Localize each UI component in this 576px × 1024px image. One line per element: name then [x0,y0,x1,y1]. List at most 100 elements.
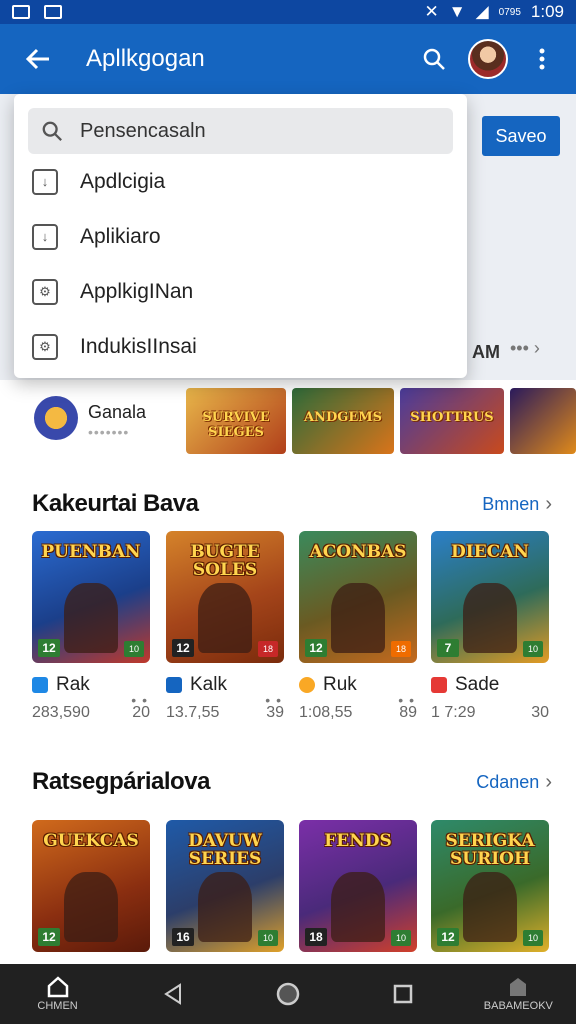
age-rating-badge: 12 [437,928,459,946]
more-vert-icon[interactable] [524,41,560,77]
back-arrow-icon[interactable] [16,37,60,81]
game-meta: Sade 1 7:29 30 [431,674,551,722]
game-card[interactable]: PUENBAN 12 10 [32,531,150,663]
wifi-icon: ▼ [448,2,466,21]
download-count: 283,590 [32,704,90,721]
banner-tile-title: SURVIVE SIEGES [202,410,270,440]
see-more-label: Cdanen [476,771,540,792]
app-icon [299,677,315,693]
menu-item[interactable]: ⚙ ApplkigINan [14,264,467,319]
game-card[interactable]: BUGTE SOLES 12 18 [166,531,284,663]
app-icon [431,677,447,693]
game-art-title: BUGTE SOLES [190,542,260,580]
banner-tile[interactable]: SURVIVE SIEGES [186,388,286,454]
game-character [64,872,118,942]
search-icon[interactable] [416,41,452,77]
featured-banner: Ganala ••••••• SURVIVE SIEGES ANDGEMS SH… [0,380,576,464]
nav-home[interactable]: CHMEN [13,964,103,1024]
more-dots-icon[interactable]: • • [265,692,282,708]
home-icon [47,976,68,998]
size-value: 30 [531,704,549,721]
library-icon [510,978,527,996]
game-logo-icon[interactable] [34,396,78,440]
menu-item-label: ApplkigINan [80,279,194,303]
app-bar: Apllkgogan [0,24,576,94]
peek-more[interactable]: ••• › [510,338,540,359]
recents-square-icon [393,984,413,1004]
game-name: Ruk [323,674,357,695]
status-extra: 0795 [498,6,521,18]
rating-badge: 10 [391,930,411,946]
menu-item[interactable]: ↓ Apdlcigia [14,154,467,209]
banner-tile[interactable]: SHOTTRUS [400,388,504,454]
see-more-link[interactable]: Bmnen › [482,493,552,516]
game-card[interactable]: ACONBAS 12 18 [299,531,417,663]
mute-icon: ✕ [424,2,439,21]
bottom-nav: CHMEN BABAMEOKV [0,964,576,1024]
rating-badge: 10 [124,641,144,657]
clock: 1:09 [530,2,564,21]
section-header: Ratsegpárialova Cdanen › [32,764,552,800]
status-bar: ✕ ▼ ◢ 0795 1:09 [0,0,576,24]
search-input[interactable]: Pensencasaln [28,108,453,154]
age-rating-badge: 12 [38,639,60,657]
section-header: Kakeurtai Bava Bmnen › [32,486,552,522]
game-character [198,872,252,942]
circle-home-icon [276,982,300,1006]
download-count: 13.7,55 [166,704,220,721]
menu-item[interactable]: ⚙ IndukisIInsai [14,319,467,374]
see-more-label: Bmnen [482,493,540,514]
game-character [463,583,517,653]
game-card[interactable]: FENDS 18 10 [299,820,417,952]
more-dots-icon[interactable]: • • [398,692,415,708]
rating-badge: 18 [391,641,411,657]
back-triangle-icon [163,983,181,1005]
message-notification-icon [44,5,62,19]
banner-tile-title: SHOTTRUS [410,410,494,425]
banner-tile[interactable]: ANDGEMS [292,388,394,454]
chevron-right-icon: › [545,770,552,793]
nav-recents[interactable] [358,964,448,1024]
nav-library[interactable]: BABAMEOKV [473,964,563,1024]
nav-library-label: BABAMEOKV [483,1000,553,1012]
search-icon [38,120,66,142]
see-more-link[interactable]: Cdanen › [476,771,552,794]
menu-item-label: IndukisIInsai [80,334,197,358]
page-title: Apllkgogan [86,45,205,72]
game-name: Kalk [190,674,227,695]
nav-home-circle[interactable] [243,964,333,1024]
save-button[interactable]: Saveo [482,116,560,156]
more-dots-icon[interactable]: • • [131,692,148,708]
section-title: Ratsegpárialova [32,768,210,795]
game-name: Sade [455,674,500,695]
image-notification-icon [12,5,30,19]
rating-badge: 10 [258,930,278,946]
game-meta: Rak • • 283,590 20 [32,674,152,722]
rating-badge: 10 [523,641,543,657]
menu-item-label: Aplikiaro [80,224,161,248]
section-title: Kakeurtai Bava [32,490,199,517]
avatar[interactable] [468,39,508,79]
rating-badge: 18 [258,641,278,657]
nav-back[interactable] [128,964,218,1024]
game-character [331,583,385,653]
age-rating-badge: 12 [38,928,60,946]
game-name: Rak [56,674,90,695]
download-count: 1 7:29 [431,704,476,721]
game-card[interactable]: SERIGKA SURIOH 12 10 [431,820,549,952]
banner-tile[interactable] [510,388,576,454]
game-card[interactable]: GUEKCAS 12 [32,820,150,952]
game-card[interactable]: DIECAN 7 10 [431,531,549,663]
download-icon: ↓ [32,168,58,195]
app-icon [32,677,48,693]
settings-search-icon: ⚙ [32,278,58,305]
age-rating-badge: 7 [437,639,459,657]
game-character [198,583,252,653]
game-card[interactable]: DAVUW SERIES 16 10 [166,820,284,952]
settings-search-icon: ⚙ [32,333,58,360]
banner-title: Ganala [88,402,147,422]
banner-tile-title: ANDGEMS [303,410,383,425]
game-art-title: DAVUW SERIES [188,831,262,869]
menu-item[interactable]: ↓ Aplikiaro [14,209,467,264]
chevron-right-icon: › [545,492,552,515]
